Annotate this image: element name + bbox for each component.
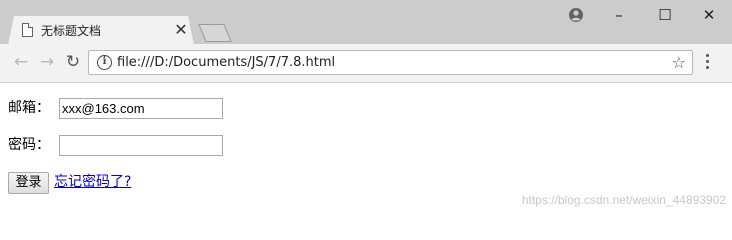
back-arrow-icon[interactable]: ← bbox=[10, 51, 32, 73]
more-vertical-icon[interactable] bbox=[700, 52, 716, 72]
address-bar[interactable]: i file:///D:/Documents/JS/7/7.8.html ☆ bbox=[88, 50, 693, 75]
tab-close-icon[interactable]: ✕ bbox=[173, 21, 189, 39]
new-tab-button[interactable] bbox=[198, 24, 232, 42]
info-icon[interactable]: i bbox=[97, 55, 112, 70]
maximize-button[interactable]: ☐ bbox=[650, 4, 680, 26]
watermark-text: https://blog.csdn.net/weixin_44893902 bbox=[521, 193, 726, 207]
address-toolbar: ← → ↻ i file:///D:/Documents/JS/7/7.8.ht… bbox=[0, 44, 732, 83]
document-icon bbox=[22, 23, 33, 37]
star-icon[interactable]: ☆ bbox=[672, 53, 686, 72]
email-field[interactable] bbox=[59, 98, 223, 119]
url-text[interactable]: file:///D:/Documents/JS/7/7.8.html bbox=[117, 55, 335, 71]
tab-title: 无标题文档 bbox=[41, 24, 102, 38]
browser-window: 无标题文档 ✕ – ☐ ✕ ← → ↻ i file:///D:/Documen… bbox=[0, 0, 732, 216]
forgot-password-link[interactable]: 忘记密码了? bbox=[54, 173, 131, 191]
password-field[interactable] bbox=[59, 135, 223, 156]
window-close-button[interactable]: ✕ bbox=[694, 4, 724, 26]
forward-arrow-icon[interactable]: → bbox=[36, 51, 58, 73]
minimize-button[interactable]: – bbox=[604, 4, 634, 26]
password-label: 密码： bbox=[8, 137, 50, 153]
login-button[interactable]: 登录 bbox=[8, 172, 49, 194]
account-circle-icon[interactable] bbox=[568, 7, 584, 23]
tab-strip: 无标题文档 ✕ – ☐ ✕ bbox=[0, 0, 732, 45]
email-label: 邮箱： bbox=[8, 100, 50, 116]
reload-icon[interactable]: ↻ bbox=[62, 51, 84, 73]
page-content: 邮箱： 密码： 登录 忘记密码了? https://blog.csdn.net/… bbox=[0, 83, 732, 216]
